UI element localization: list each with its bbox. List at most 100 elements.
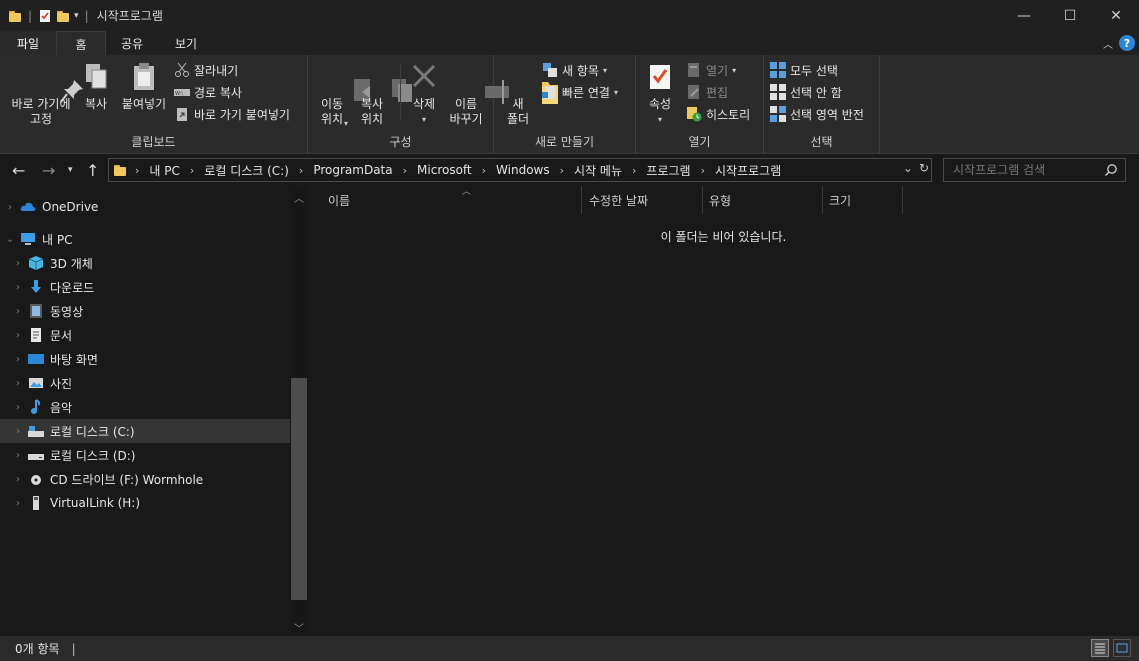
scroll-down-icon[interactable]: ﹀ [290,620,308,635]
paste-button[interactable]: 붙여넣기 [118,61,170,112]
expand-chevron-icon[interactable]: › [8,402,28,413]
back-arrow-icon[interactable]: ← [12,161,25,180]
column-header-date-modified[interactable]: 수정한 날짜 [583,186,703,214]
large-icons-view-button[interactable] [1113,639,1131,657]
delete-x-icon [409,61,439,93]
search-input[interactable] [953,163,1103,177]
breadcrumb-item[interactable]: 시작프로그램 [715,162,781,179]
expand-chevron-icon[interactable]: › [8,354,28,365]
expand-chevron-icon[interactable]: › [0,202,20,213]
new-folder-icon[interactable] [56,9,70,23]
up-arrow-icon[interactable]: ↑ [86,161,99,180]
nav-item-virtuallink[interactable]: › VirtualLink (H:) [0,491,290,515]
copy-button[interactable]: 복사 [78,61,114,112]
easy-access-button[interactable]: 빠른 연결 ▾ [542,82,618,102]
delete-button[interactable]: 삭제 ▾ [408,61,440,127]
column-header-size[interactable]: 크기 [823,186,903,214]
nav-item-videos[interactable]: › 동영상 [0,299,290,323]
breadcrumb-item[interactable]: 프로그램 [646,162,690,179]
copy-to-button[interactable]: 복사 위치 [354,61,412,127]
navigation-pane: › OneDrive ⌄ 내 PC › 3D 개체 › 다운로드 › 동영상 ›… [0,186,308,636]
nav-item-cd-drive[interactable]: › CD 드라이브 (F:) Wormhole [0,467,290,491]
collapse-ribbon-icon[interactable]: ︿ [1103,36,1113,51]
expand-chevron-icon[interactable]: › [8,378,28,389]
select-none-button[interactable]: 선택 안 함 [770,82,842,102]
address-dropdown-icon[interactable]: ⌄ [903,161,913,175]
edit-button[interactable]: 편집 [686,82,728,102]
breadcrumb-item[interactable]: 시작 메뉴 [574,162,622,179]
edit-icon [686,84,702,100]
minimize-button[interactable]: — [1001,0,1047,31]
expand-chevron-icon[interactable]: › [8,474,28,485]
recent-locations-chevron-icon[interactable]: ▾ [68,165,73,175]
scrollbar-thumb[interactable] [291,378,307,600]
nav-item-local-disk-c[interactable]: › 로컬 디스크 (C:) [0,419,290,443]
open-icon [686,62,702,78]
breadcrumb-item[interactable]: 내 PC [149,162,179,179]
history-button[interactable]: 히스토리 [686,104,750,124]
search-icon[interactable] [1104,163,1118,177]
properties-button[interactable]: 속성 ▾ [642,61,678,127]
expand-chevron-icon[interactable]: › [8,258,28,269]
breadcrumb-item[interactable]: Microsoft [417,163,472,177]
new-folder-button[interactable]: 새 폴더 [502,61,558,127]
maximize-button[interactable]: ☐ [1047,0,1093,31]
nav-item-local-disk-d[interactable]: › 로컬 디스크 (D:) [0,443,290,467]
details-view-button[interactable] [1091,639,1109,657]
copy-path-button[interactable]: W:\ 경로 복사 [174,82,242,102]
forward-arrow-icon[interactable]: → [42,161,55,180]
column-header-type[interactable]: 유형 [703,186,823,214]
breadcrumb-item[interactable]: 로컬 디스크 (C:) [204,162,289,179]
open-button[interactable]: 열기 ▾ [686,60,736,80]
invert-selection-button[interactable]: 선택 영역 반전 [770,104,864,124]
search-box[interactable] [943,158,1126,182]
breadcrumb-item[interactable]: Windows [496,163,550,177]
move-to-icon [317,61,370,101]
tab-view[interactable]: 보기 [158,31,214,55]
paste-shortcut-button[interactable]: 바로 가기 붙여넣기 [174,104,290,124]
cut-button[interactable]: 잘라내기 [174,60,238,80]
organize-group: 이동 위치 ▾ 복사 위치 삭제 ▾ 이름 바꾸기 구성 [308,55,509,154]
tab-home[interactable]: 홈 [56,31,106,56]
expand-chevron-icon[interactable]: › [8,450,28,461]
column-header-name[interactable]: 이름 ︿ [322,186,582,214]
delete-dropdown-icon: ▾ [421,115,426,124]
breadcrumb-item[interactable]: ProgramData [313,163,392,177]
address-bar[interactable]: › 내 PC › 로컬 디스크 (C:) › ProgramData › Mic… [108,158,932,182]
pin-to-quick-access-button[interactable]: 바로 가기에 고정 [6,61,83,127]
expand-chevron-icon[interactable]: › [8,498,28,509]
properties-icon[interactable] [38,9,52,23]
nav-scrollbar[interactable]: ︿ ﹀ [290,186,308,636]
nav-item-desktop[interactable]: › 바탕 화면 [0,347,290,371]
help-icon[interactable]: ? [1119,35,1135,51]
select-all-button[interactable]: 모두 선택 [770,60,838,80]
select-group: 모두 선택 선택 안 함 선택 영역 반전 선택 [764,55,880,154]
file-list[interactable]: 이름 ︿ 수정한 날짜 유형 크기 이 폴더는 비어 있습니다. [308,186,1139,636]
nav-item-this-pc[interactable]: ⌄ 내 PC [0,227,290,251]
video-icon [28,303,44,319]
tab-file[interactable]: 파일 [0,31,56,55]
close-button[interactable]: ✕ [1093,0,1139,31]
expand-chevron-icon[interactable]: › [8,330,28,341]
nav-item-pictures[interactable]: › 사진 [0,371,290,395]
refresh-icon[interactable]: ↻ [919,161,929,175]
new-group-label: 새로 만들기 [534,135,594,149]
desktop-icon [28,351,44,367]
nav-item-downloads[interactable]: › 다운로드 [0,275,290,299]
expand-chevron-icon[interactable]: › [8,282,28,293]
new-item-button[interactable]: 새 항목 ▾ [542,60,607,80]
rename-button[interactable]: 이름 바꾸기 [446,61,509,127]
nav-item-music[interactable]: › 음악 [0,395,290,419]
ribbon-tabs: 파일 홈 공유 보기 ︿ ? [0,31,1139,56]
collapse-chevron-icon[interactable]: ⌄ [0,234,20,245]
scroll-up-icon[interactable]: ︿ [290,190,308,205]
nav-item-documents[interactable]: › 문서 [0,323,290,347]
expand-chevron-icon[interactable]: › [8,306,28,317]
customize-toolbar-icon[interactable]: ▾ [74,11,79,21]
expand-chevron-icon[interactable]: › [8,426,28,437]
nav-item-3d-objects[interactable]: › 3D 개체 [0,251,290,275]
move-to-button[interactable]: 이동 위치 ▾ [314,61,370,128]
tab-share[interactable]: 공유 [106,31,158,55]
window-title: 시작프로그램 [96,9,163,23]
nav-item-onedrive[interactable]: › OneDrive [0,195,290,219]
